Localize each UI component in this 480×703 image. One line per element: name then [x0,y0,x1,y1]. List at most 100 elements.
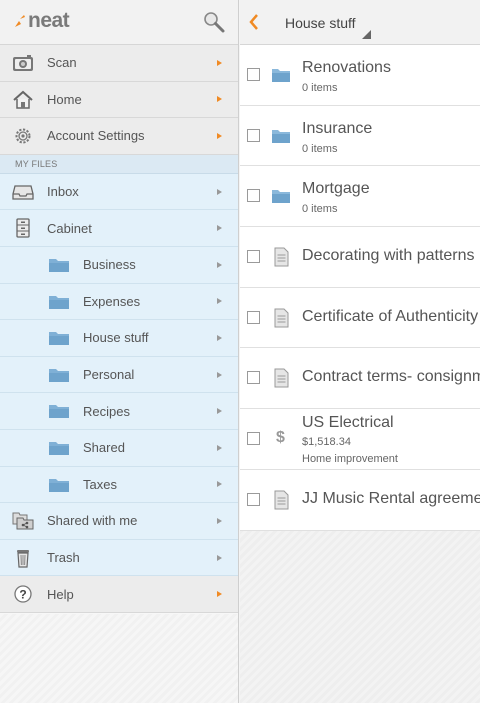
item-name: Certificate of Authenticity [302,307,479,325]
trash-icon [17,549,29,568]
document-icon [274,308,289,328]
list-item[interactable]: Decorating with patterns [240,227,480,288]
folder-icon [49,441,69,455]
folder-icon [272,129,290,143]
item-count: 0 items [302,203,338,216]
chevron-right-icon [217,591,222,598]
list-item[interactable]: Insurance 0 items [240,105,480,167]
content-header: House stuff [240,0,480,45]
folder-item-business[interactable]: Business [0,246,238,284]
dropdown-corner-icon [362,30,371,39]
file-list: Renovations 0 items Insurance 0 items Mo… [240,45,480,531]
folder-item-label: House stuff [83,330,149,346]
shared-folder-icon [12,512,34,530]
chevron-right-icon [217,334,222,341]
list-item[interactable]: $ US Electrical $1,518.34 Home improveme… [240,409,480,470]
folder-icon [272,190,290,204]
gear-icon [15,128,31,144]
drawer-item-label: Inbox [47,184,79,200]
folder-icon [49,405,69,419]
drawer-item-label: Account Settings [47,128,145,144]
search-icon[interactable] [202,10,226,34]
item-checkbox[interactable] [247,128,260,142]
folder-icon [49,332,69,346]
folder-item-personal[interactable]: Personal [0,356,238,394]
drawer-header: neat [0,0,238,45]
list-item[interactable]: JJ Music Rental agreement [240,469,480,531]
receipt-amount: $1,518.34 [302,436,351,449]
item-count: 0 items [302,142,338,155]
item-checkbox[interactable] [247,310,260,324]
drawer-item-scan[interactable]: Scan [0,45,238,82]
drawer-item-cabinet[interactable]: Cabinet [0,210,238,247]
chevron-right-icon [217,59,222,66]
item-name: Decorating with patterns [302,247,475,265]
folder-item-label: Taxes [83,476,117,492]
folder-item-house-stuff[interactable]: House stuff [0,320,238,357]
inbox-icon [12,185,34,200]
folder-icon [272,69,290,82]
list-item[interactable]: Renovations 0 items [240,45,480,106]
drawer-item-inbox[interactable]: Inbox [0,173,238,211]
item-checkbox[interactable] [247,189,260,203]
folder-item-label: Personal [83,367,135,383]
folder-title[interactable]: House stuff [285,15,356,31]
drawer-item-help[interactable]: ? Help [0,576,238,613]
folder-icon [49,368,69,382]
list-item[interactable]: Contract terms- consignment [240,348,480,410]
chevron-right-icon [217,444,222,451]
logo-text: neat [28,9,70,32]
chevron-right-icon [217,132,222,139]
item-checkbox[interactable] [247,371,260,385]
document-icon [274,247,289,267]
drawer-item-home[interactable]: Home [0,81,238,119]
item-checkbox[interactable] [247,492,260,506]
item-checkbox[interactable] [247,250,260,264]
item-name: Renovations [302,59,391,76]
back-chevron-icon[interactable] [249,14,259,30]
drawer-item-label: Trash [47,550,80,566]
item-name: Mortgage [302,180,370,198]
drawer-item-account-settings[interactable]: Account Settings [0,118,238,155]
cabinet-icon [16,218,30,239]
section-header-my-files: MY FILES [0,154,238,174]
drawer-empty-area [0,614,238,703]
chevron-right-icon [217,188,222,195]
drawer-item-label: Shared with me [47,513,138,529]
document-icon [274,368,289,388]
chevron-right-icon [217,517,222,524]
svg-text:?: ? [19,588,26,602]
folder-item-shared[interactable]: Shared [0,429,238,467]
folder-item-label: Business [83,257,136,273]
item-name: JJ Music Rental agreement [302,489,480,507]
help-icon: ? [14,585,32,603]
chevron-right-icon [217,261,222,268]
item-name: Contract terms- consignment [302,368,480,386]
document-icon [274,490,289,510]
folder-icon [49,478,69,492]
item-checkbox[interactable] [247,432,260,446]
chevron-right-icon [217,96,222,103]
chevron-right-icon [217,371,222,378]
list-item[interactable]: Certificate of Authenticity [240,287,480,349]
list-item[interactable]: Mortgage 0 items [240,166,480,228]
home-icon [13,90,33,109]
neat-logo[interactable]: neat [14,9,70,33]
folder-item-recipes[interactable]: Recipes [0,393,238,430]
drawer-item-shared-with-me[interactable]: Shared with me [0,503,238,540]
folder-content-panel: House stuff Renovations 0 items Insuranc… [240,0,480,703]
chevron-right-icon [217,225,222,232]
folder-item-expenses[interactable]: Expenses [0,283,238,321]
item-name: US Electrical [302,414,394,432]
navigation-drawer: neat Scan Home Account Settings MY FILES… [0,0,239,703]
folder-item-taxes[interactable]: Taxes [0,466,238,504]
drawer-item-label: Help [47,586,74,602]
folder-item-label: Shared [83,440,125,456]
chevron-right-icon [217,298,222,305]
folder-item-label: Recipes [83,403,130,419]
item-checkbox[interactable] [247,68,260,81]
drawer-item-label: Home [47,91,82,107]
drawer-item-trash[interactable]: Trash [0,539,238,577]
neat-logo-mark-icon [15,15,25,27]
drawer-item-label: Cabinet [47,220,92,236]
